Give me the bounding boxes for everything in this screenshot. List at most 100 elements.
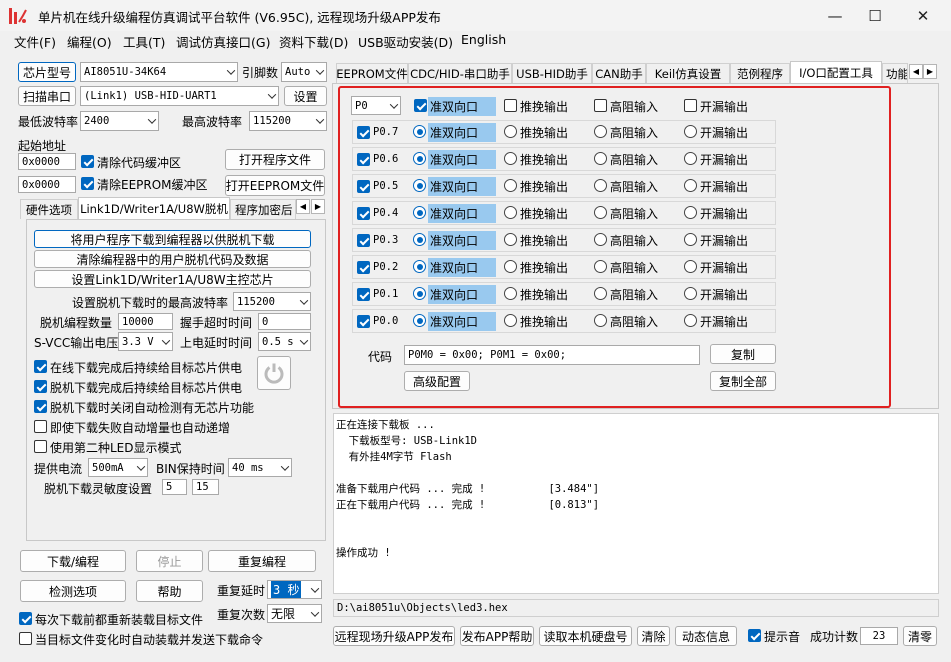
max-baud-value: 115200 <box>253 115 291 127</box>
clear-code-checkbox[interactable] <box>81 155 94 168</box>
chevron-down-icon <box>147 115 157 124</box>
tab-eeprom-file[interactable]: EEPROM文件 <box>336 63 408 83</box>
offline-count-input[interactable]: 10000 <box>118 313 173 330</box>
pin-count-label: 引脚数 <box>242 66 279 80</box>
power-delay-label: 上电延时时间 <box>180 336 253 350</box>
tab-function[interactable]: 功能 <box>882 63 908 83</box>
close-button[interactable]: ✕ <box>900 0 946 31</box>
set-master-chip-button[interactable]: 设置Link1D/Writer1A/U8W主控芯片 <box>34 270 311 288</box>
right-tab-scroll-left-icon[interactable]: ◀ <box>909 64 923 79</box>
max-baud-label: 最高波特率 <box>182 115 243 129</box>
highlight-frame <box>338 86 891 408</box>
handshake-timeout-label: 握手超时时间 <box>180 316 253 330</box>
menu-file[interactable]: 文件(F) <box>14 32 56 51</box>
download-to-programmer-button[interactable]: 将用户程序下载到编程器以供脱机下载 <box>34 230 311 248</box>
opt4-checkbox[interactable] <box>34 420 47 433</box>
reset-count-button[interactable]: 清零 <box>903 626 937 646</box>
min-baud-select[interactable]: 2400 <box>80 111 159 131</box>
tab-encryption[interactable]: 程序加密后 <box>230 199 296 219</box>
chip-model-button[interactable]: 芯片型号 <box>18 62 76 82</box>
output-log[interactable]: 正在连接下载板 ... 下载板型号: USB-Link1D 有外挂4M字节 Fl… <box>333 413 939 594</box>
svcc-select[interactable]: 3.3 V <box>118 332 173 351</box>
start-address-label: 起始地址 <box>18 139 67 153</box>
sensitivity-input-1[interactable]: 5 <box>162 479 187 495</box>
opt3-label: 脱机下载时关闭自动检测有无芯片功能 <box>50 401 255 415</box>
clear-eeprom-label: 清除EEPROM缓冲区 <box>97 178 208 192</box>
sensitivity-input-2[interactable]: 15 <box>192 479 219 495</box>
auto-send-label: 当目标文件变化时自动装载并发送下载命令 <box>35 633 264 647</box>
dynamic-info-button[interactable]: 动态信息 <box>675 626 737 646</box>
clear-code-label: 清除代码缓冲区 <box>97 156 182 170</box>
repeat-delay-value: 3 秒 <box>271 581 302 598</box>
pin-count-select[interactable]: Auto <box>281 62 327 82</box>
opt1-checkbox[interactable] <box>34 360 47 373</box>
repeat-count-select[interactable]: 无限 <box>267 604 322 623</box>
tab-scroll-right-icon[interactable]: ▶ <box>311 199 325 214</box>
power-delay-select[interactable]: 0.5 s <box>258 332 311 351</box>
chevron-down-icon <box>267 90 277 99</box>
scan-port-button[interactable]: 扫描串口 <box>18 86 76 106</box>
title-bar: 单片机在线升级编程仿真调试平台软件 (V6.95C), 远程现场升级APP发布 … <box>0 0 951 31</box>
port-select[interactable]: (Link1) USB-HID-UART1 <box>80 86 279 106</box>
bin-hold-select[interactable]: 40 ms <box>228 458 292 477</box>
menu-english[interactable]: English <box>461 32 506 47</box>
menu-download[interactable]: 资料下载(D) <box>279 32 348 51</box>
offline-max-baud-select[interactable]: 115200 <box>233 292 311 311</box>
tab-scroll-left-icon[interactable]: ◀ <box>296 199 310 214</box>
beep-label: 提示音 <box>764 630 801 644</box>
current-value: 500mA <box>92 461 124 474</box>
chip-model-value: AI8051U-34K64 <box>84 66 167 78</box>
tab-keil[interactable]: Keil仿真设置 <box>646 63 730 83</box>
repeat-program-button[interactable]: 重复编程 <box>208 550 316 572</box>
power-button[interactable] <box>257 356 291 390</box>
handshake-timeout-input[interactable]: 0 <box>258 313 311 330</box>
menu-program[interactable]: 编程(O) <box>67 32 112 51</box>
tab-hardware[interactable]: 硬件选项 <box>20 199 78 219</box>
menu-tools[interactable]: 工具(T) <box>123 32 165 51</box>
eeprom-address-input[interactable]: 0x0000 <box>18 176 76 193</box>
remote-upgrade-button[interactable]: 远程现场升级APP发布 <box>333 626 455 646</box>
menu-usb-driver[interactable]: USB驱动安装(D) <box>358 32 453 51</box>
opt5-checkbox[interactable] <box>34 440 47 453</box>
offline-max-baud-value: 115200 <box>237 295 275 308</box>
chevron-down-icon <box>310 583 320 593</box>
tab-usb-hid[interactable]: USB-HID助手 <box>512 63 592 83</box>
detect-options-button[interactable]: 检测选项 <box>20 580 126 602</box>
chip-model-select[interactable]: AI8051U-34K64 <box>80 62 238 82</box>
settings-button[interactable]: 设置 <box>284 86 327 106</box>
tab-examples[interactable]: 范例程序 <box>730 63 790 83</box>
chevron-down-icon <box>226 66 236 75</box>
chevron-down-icon <box>299 335 309 345</box>
menu-bar: 文件(F) 编程(O) 工具(T) 调试仿真接口(G) 资料下载(D) USB驱… <box>0 31 951 51</box>
beep-checkbox[interactable] <box>748 629 761 642</box>
clear-eeprom-checkbox[interactable] <box>81 177 94 190</box>
auto-send-checkbox[interactable] <box>19 632 32 645</box>
reload-file-checkbox[interactable] <box>19 612 32 625</box>
help-button[interactable]: 帮助 <box>136 580 203 602</box>
open-eeprom-file-button[interactable]: 打开EEPROM文件 <box>225 175 325 196</box>
open-program-file-button[interactable]: 打开程序文件 <box>225 149 325 170</box>
tab-io-config[interactable]: I/O口配置工具 <box>790 61 882 83</box>
opt3-checkbox[interactable] <box>34 400 47 413</box>
repeat-delay-select[interactable]: 3 秒 <box>267 580 322 599</box>
opt2-checkbox[interactable] <box>34 380 47 393</box>
repeat-count-label: 重复次数 <box>217 608 266 622</box>
stop-button[interactable]: 停止 <box>136 550 203 572</box>
tab-can[interactable]: CAN助手 <box>592 63 646 83</box>
max-baud-select[interactable]: 115200 <box>249 111 327 131</box>
chevron-down-icon <box>299 295 309 305</box>
read-disk-id-button[interactable]: 读取本机硬盘号 <box>539 626 632 646</box>
opt4-label: 即使下载失败自动增量也自动递增 <box>50 421 231 435</box>
success-count-field: 23 <box>860 627 898 645</box>
publish-help-button[interactable]: 发布APP帮助 <box>460 626 534 646</box>
code-address-input[interactable]: 0x0000 <box>18 153 76 170</box>
clear-offline-data-button[interactable]: 清除编程器中的用户脱机代码及数据 <box>34 250 311 268</box>
download-program-button[interactable]: 下载/编程 <box>20 550 126 572</box>
maximize-button[interactable]: ☐ <box>852 0 898 31</box>
right-tab-scroll-right-icon[interactable]: ▶ <box>923 64 937 79</box>
clear-log-button[interactable]: 清除 <box>637 626 670 646</box>
menu-debug[interactable]: 调试仿真接口(G) <box>176 32 270 51</box>
tab-offline[interactable]: Link1D/Writer1A/U8W脱机 <box>78 197 230 219</box>
current-select[interactable]: 500mA <box>88 458 148 477</box>
tab-serial-assistant[interactable]: CDC/HID-串口助手 <box>408 63 512 83</box>
